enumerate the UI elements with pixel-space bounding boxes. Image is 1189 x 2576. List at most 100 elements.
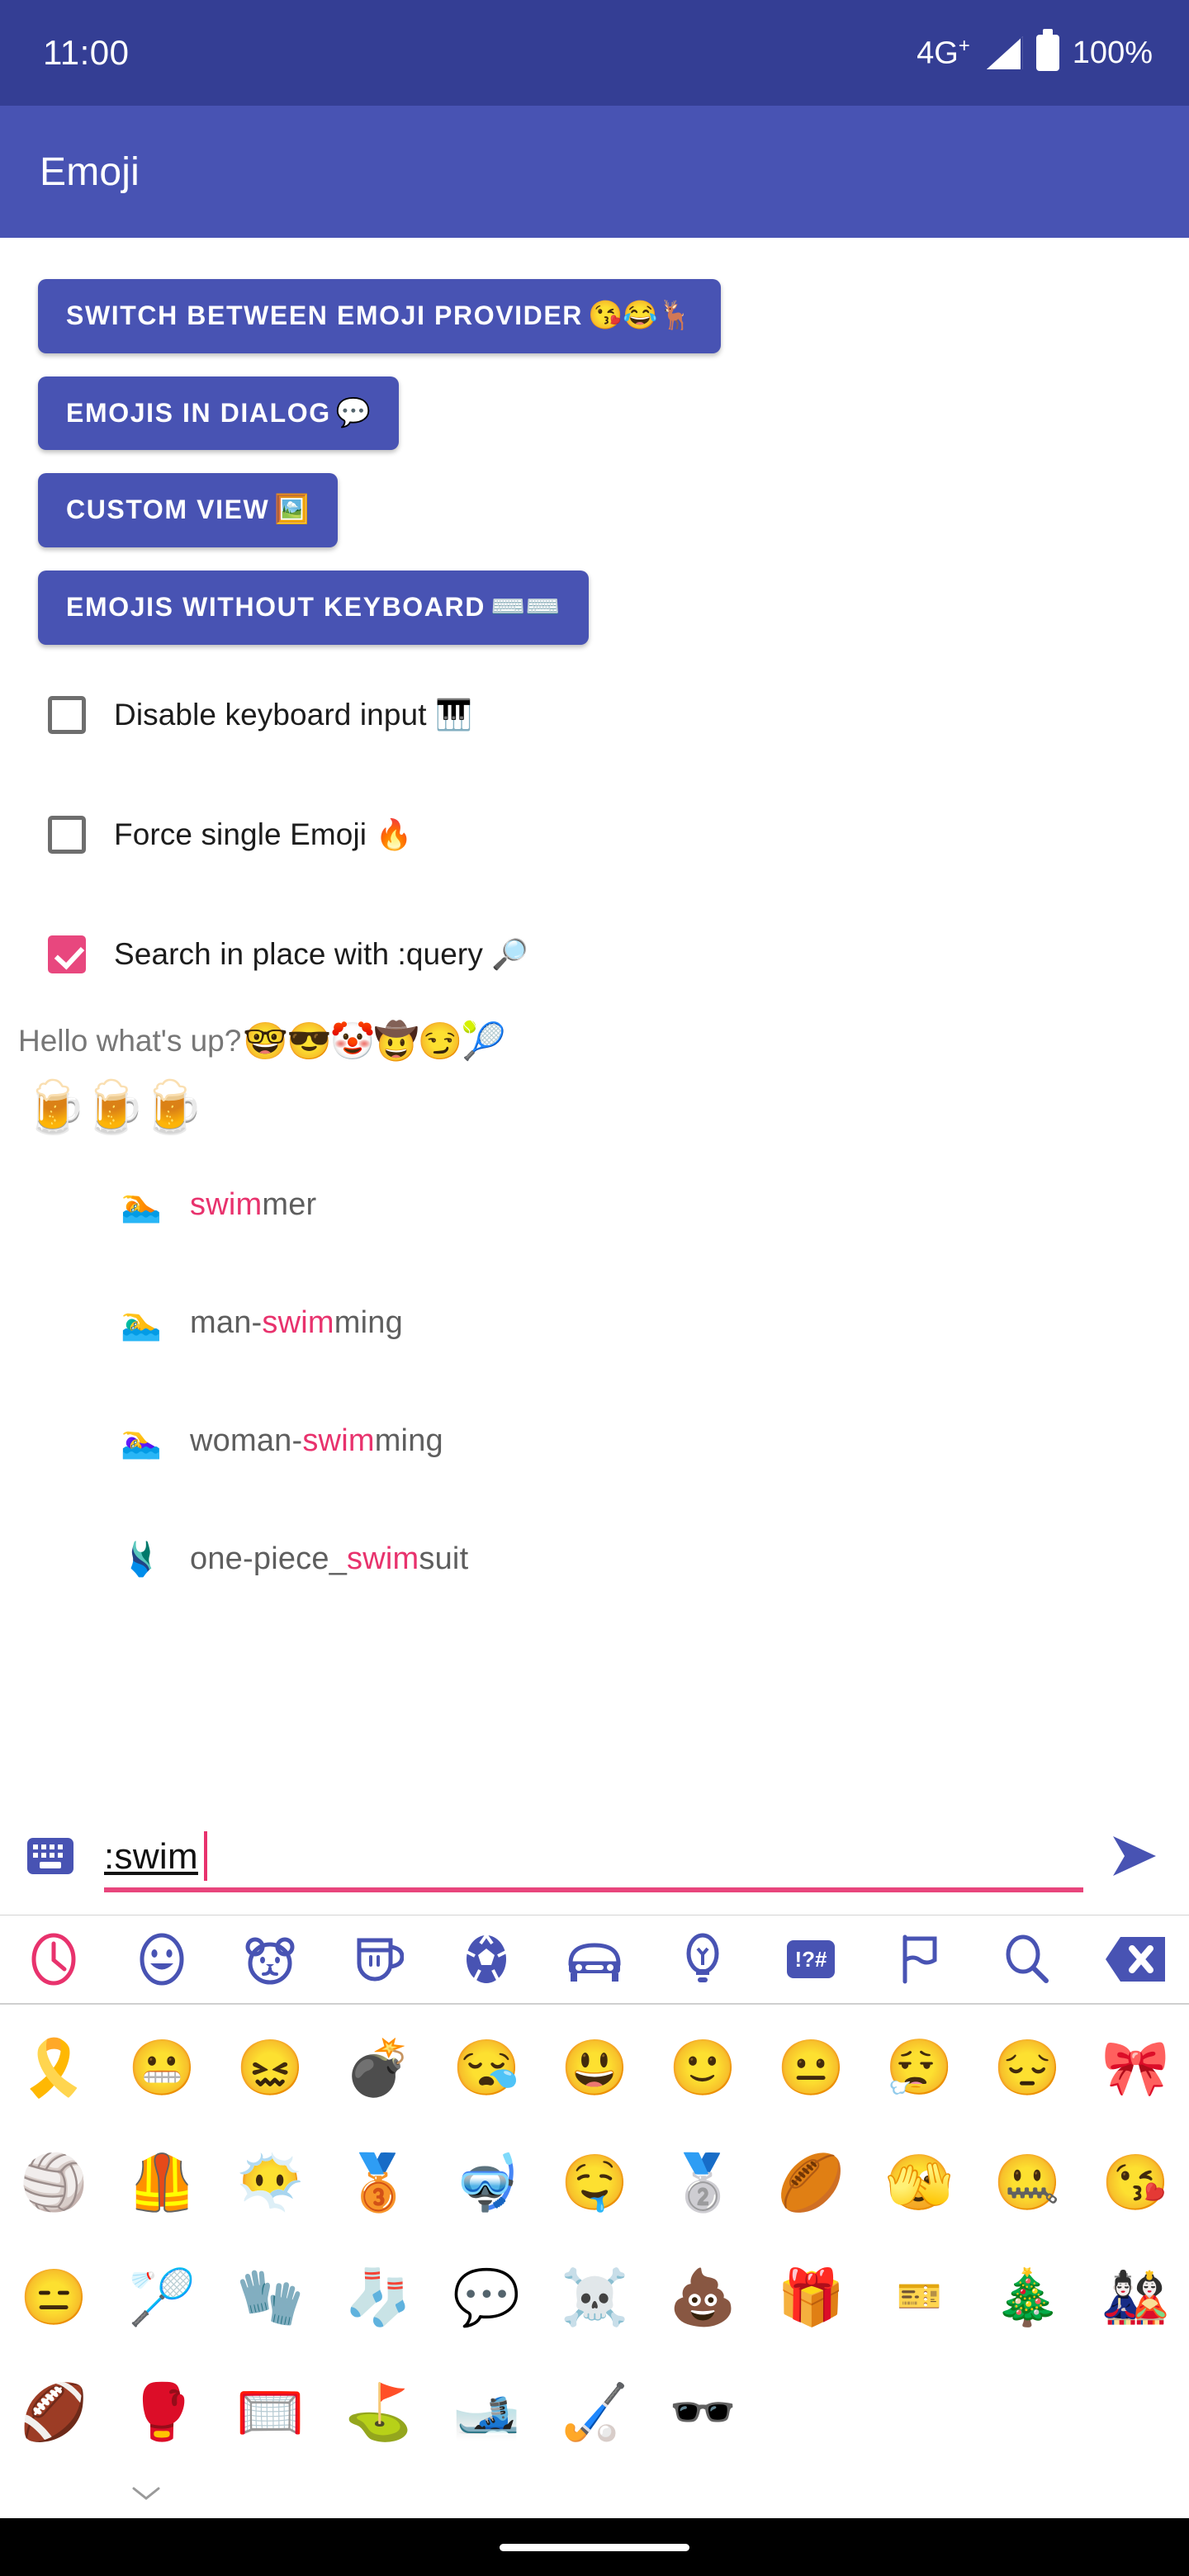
category-tab-activity[interactable] xyxy=(433,1915,541,2003)
emoji-cell[interactable]: 😘 xyxy=(1082,2124,1189,2239)
custom-view-button[interactable]: CUSTOM VIEW 🖼️ xyxy=(38,473,338,548)
search-in-place-checkbox-row[interactable]: Search in place with :query 🔎 xyxy=(0,922,1189,987)
category-tab-smileys[interactable] xyxy=(108,1915,216,2003)
emoji-keyboard-panel: !?# xyxy=(0,1915,1189,2518)
button-emoji: 😘😂🦌 xyxy=(588,300,694,331)
emoji-cell[interactable]: 🏉 xyxy=(757,2124,865,2239)
emoji-cell[interactable]: 😔 xyxy=(973,2010,1082,2124)
emoji-cell[interactable]: 🕶️ xyxy=(649,2354,757,2469)
search-input-wrapper[interactable]: :swim xyxy=(104,1816,1083,1896)
emoji-cell[interactable]: 🏐 xyxy=(0,2124,108,2239)
emoji-cell[interactable]: 🧦 xyxy=(324,2239,433,2354)
emoji-cell[interactable]: 🤤 xyxy=(541,2124,649,2239)
emoji-grid-row-2: 😑 🏸 🧤 🧦 💬 ☠️ 💩 🎁 🎫 🎄 🎎 xyxy=(0,2239,1189,2354)
category-tab-search[interactable] xyxy=(973,1915,1081,2003)
category-tab-flags[interactable] xyxy=(865,1915,973,2003)
emoji-cell[interactable]: 🤐 xyxy=(973,2124,1082,2239)
emoji-cell[interactable]: 🏈 xyxy=(0,2354,108,2469)
disable-keyboard-input-checkbox-row[interactable]: Disable keyboard input 🎹 xyxy=(0,683,1189,747)
button-label: CUSTOM VIEW xyxy=(66,495,270,525)
list-item[interactable]: 🩱 one-piece_swimsuit xyxy=(121,1500,1189,1618)
emoji-cell[interactable]: 🥊 xyxy=(108,2354,216,2469)
input-bar: :swim xyxy=(0,1797,1189,1915)
emoji-cell[interactable]: 🦺 xyxy=(108,2124,216,2239)
emoji-cell[interactable]: 🏑 xyxy=(541,2354,649,2469)
emoji-cell[interactable]: 🏸 xyxy=(108,2239,216,2354)
search-in-place-checkbox[interactable] xyxy=(48,935,86,973)
force-single-emoji-checkbox-row[interactable]: Force single Emoji 🔥 xyxy=(0,803,1189,867)
emoji-cell[interactable]: 💬 xyxy=(433,2239,541,2354)
signal-icon xyxy=(986,36,1023,69)
emoji-cell[interactable]: 😪 xyxy=(433,2010,541,2124)
emoji-cell[interactable]: 🎎 xyxy=(1082,2239,1189,2354)
fire-icon: 🔥 xyxy=(375,817,413,851)
emoji-cell[interactable]: 🎀 xyxy=(1082,2010,1189,2124)
car-icon xyxy=(568,1943,621,1982)
category-tab-travel[interactable] xyxy=(541,1915,649,2003)
emoji-cell[interactable]: 😖 xyxy=(216,2010,324,2124)
category-tab-backspace[interactable] xyxy=(1081,1915,1189,2003)
category-tab-food[interactable] xyxy=(324,1915,433,2003)
emoji-cell[interactable]: 🎄 xyxy=(973,2239,1082,2354)
search-icon xyxy=(1006,1934,1049,1983)
keyboard-icon[interactable] xyxy=(26,1837,74,1875)
emojis-without-keyboard-button[interactable]: EMOJIS WITHOUT KEYBOARD ⌨️⌨️ xyxy=(38,571,589,645)
emoji-cell[interactable]: 🙂 xyxy=(649,2010,757,2124)
category-tab-recent[interactable] xyxy=(0,1915,108,2003)
list-item[interactable]: 🏊 swimmer xyxy=(121,1146,1189,1264)
emoji-cell[interactable]: 🎗️ xyxy=(0,2010,108,2124)
list-item[interactable]: 🏊‍♂️ man-swimming xyxy=(121,1264,1189,1382)
emoji-cell[interactable]: 😬 xyxy=(108,2010,216,2124)
clock-icon xyxy=(31,1933,76,1986)
emojis-in-dialog-button[interactable]: EMOJIS IN DIALOG 💬 xyxy=(38,376,400,451)
emoji-cell[interactable]: 🎫 xyxy=(865,2239,973,2354)
emoji-category-bar: !?# xyxy=(0,1915,1189,2005)
emoji-cell[interactable]: 🎿 xyxy=(433,2354,541,2469)
status-bar: 11:00 4G+ 100% xyxy=(0,0,1189,106)
emoji-cell[interactable]: 🧤 xyxy=(216,2239,324,2354)
list-item[interactable]: 🏊‍♀️ woman-swimming xyxy=(121,1382,1189,1500)
emoji-cell[interactable]: 🫣 xyxy=(865,2124,973,2239)
emoji-cell[interactable]: ☠️ xyxy=(541,2239,649,2354)
chevron-down-icon[interactable] xyxy=(132,2486,160,2501)
button-emoji: ⌨️⌨️ xyxy=(490,591,561,623)
button-row-0: SWITCH BETWEEN EMOJI PROVIDER 😘😂🦌 xyxy=(0,279,1189,353)
switch-emoji-provider-button[interactable]: SWITCH BETWEEN EMOJI PROVIDER 😘😂🦌 xyxy=(38,279,722,353)
emoji-cell[interactable]: 🥈 xyxy=(649,2124,757,2239)
status-icons: 4G+ 100% xyxy=(917,29,1153,72)
hello-text: Hello what's up? xyxy=(18,1023,242,1058)
send-icon[interactable] xyxy=(1108,1830,1161,1882)
emoji-cell[interactable]: 😐 xyxy=(757,2010,865,2124)
category-tab-animals[interactable] xyxy=(216,1915,324,2003)
force-single-emoji-checkbox[interactable] xyxy=(48,815,86,854)
emoji-cell[interactable]: 🎁 xyxy=(757,2239,865,2354)
emoji-cell[interactable]: 🤿 xyxy=(433,2124,541,2239)
network-type-label: 4G+ xyxy=(917,34,970,71)
emoji-cell[interactable]: 💣 xyxy=(324,2010,433,2124)
disable-keyboard-input-label: Disable keyboard input 🎹 xyxy=(114,697,472,732)
emoji-cell[interactable]: 💩 xyxy=(649,2239,757,2354)
suggestion-label: one-piece_swimsuit xyxy=(190,1541,469,1576)
disable-keyboard-input-checkbox[interactable] xyxy=(48,695,86,734)
text-caret xyxy=(204,1831,207,1881)
category-tab-objects[interactable] xyxy=(648,1915,756,2003)
emoji-cell[interactable]: 😃 xyxy=(541,2010,649,2124)
button-emoji: 🖼️ xyxy=(274,494,310,526)
search-input[interactable]: :swim xyxy=(104,1836,198,1878)
input-underline xyxy=(104,1887,1083,1892)
home-indicator[interactable] xyxy=(500,2543,689,2551)
cup-icon xyxy=(357,1938,405,1982)
emoji-cell[interactable]: 😑 xyxy=(0,2239,108,2354)
button-emoji: 💬 xyxy=(335,396,372,429)
search-in-place-label: Search in place with :query 🔎 xyxy=(114,936,529,971)
emoji-cell[interactable]: 🥉 xyxy=(324,2124,433,2239)
category-tab-symbols[interactable]: !?# xyxy=(756,1915,865,2003)
emoji-cell[interactable]: 😶‍🌫️ xyxy=(216,2124,324,2239)
emoji-cell[interactable]: 🥅 xyxy=(216,2354,324,2469)
woman-swimming-icon: 🏊‍♀️ xyxy=(121,1423,162,1460)
suggestion-list: 🏊 swimmer 🏊‍♂️ man-swimming 🏊‍♀️ woman-s… xyxy=(0,1146,1189,1618)
emoji-cell[interactable]: ⛳ xyxy=(324,2354,433,2469)
emoji-cell[interactable]: 😮‍💨 xyxy=(865,2010,973,2124)
page-title: Emoji xyxy=(40,149,140,194)
swimmer-icon: 🏊 xyxy=(121,1186,162,1224)
